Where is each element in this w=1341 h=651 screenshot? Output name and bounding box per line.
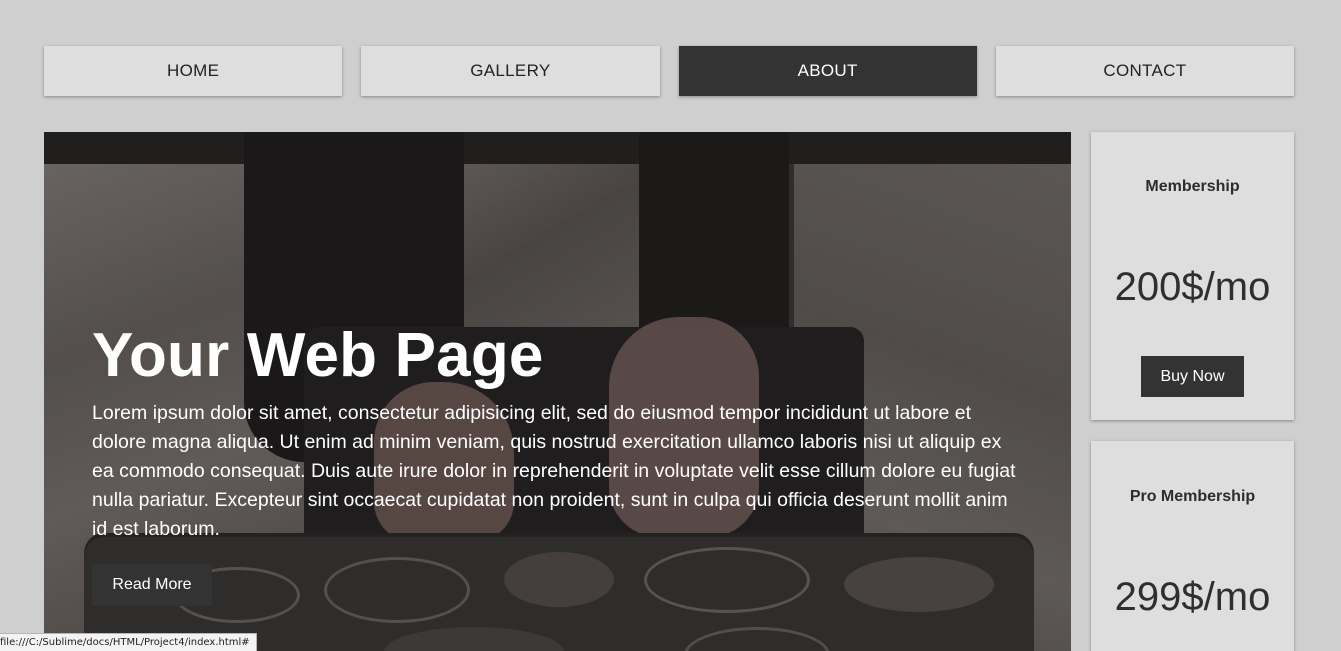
card-title: Pro Membership bbox=[1129, 488, 1256, 505]
nav-item-about[interactable]: ABOUT bbox=[678, 46, 977, 96]
buy-now-button[interactable]: Buy Now bbox=[1141, 356, 1244, 397]
nav-item-contact[interactable]: CONTACT bbox=[995, 46, 1294, 96]
read-more-button[interactable]: Read More bbox=[92, 564, 212, 606]
main-nav: HOME GALLERY ABOUT CONTACT bbox=[44, 46, 1294, 96]
nav-item-home[interactable]: HOME bbox=[44, 46, 343, 96]
status-bar-url: file:///C:/Sublime/docs/HTML/Project4/in… bbox=[0, 633, 257, 651]
card-price: 299$/mo bbox=[1114, 575, 1271, 619]
hero-description: Lorem ipsum dolor sit amet, consectetur … bbox=[92, 402, 1016, 540]
nav-item-gallery[interactable]: GALLERY bbox=[361, 46, 660, 96]
pro-membership-card: Pro Membership 299$/mo bbox=[1091, 441, 1294, 651]
card-price: 200$/mo bbox=[1114, 265, 1271, 309]
card-title: Membership bbox=[1145, 178, 1240, 195]
page: HOME GALLERY ABOUT CONTACT Your Web Page… bbox=[0, 0, 1341, 651]
membership-card: Membership 200$/mo Buy Now bbox=[1091, 132, 1294, 420]
hero-section: Your Web Page Lorem ipsum dolor sit amet… bbox=[44, 132, 1071, 651]
hero-title: Your Web Page bbox=[92, 321, 544, 390]
